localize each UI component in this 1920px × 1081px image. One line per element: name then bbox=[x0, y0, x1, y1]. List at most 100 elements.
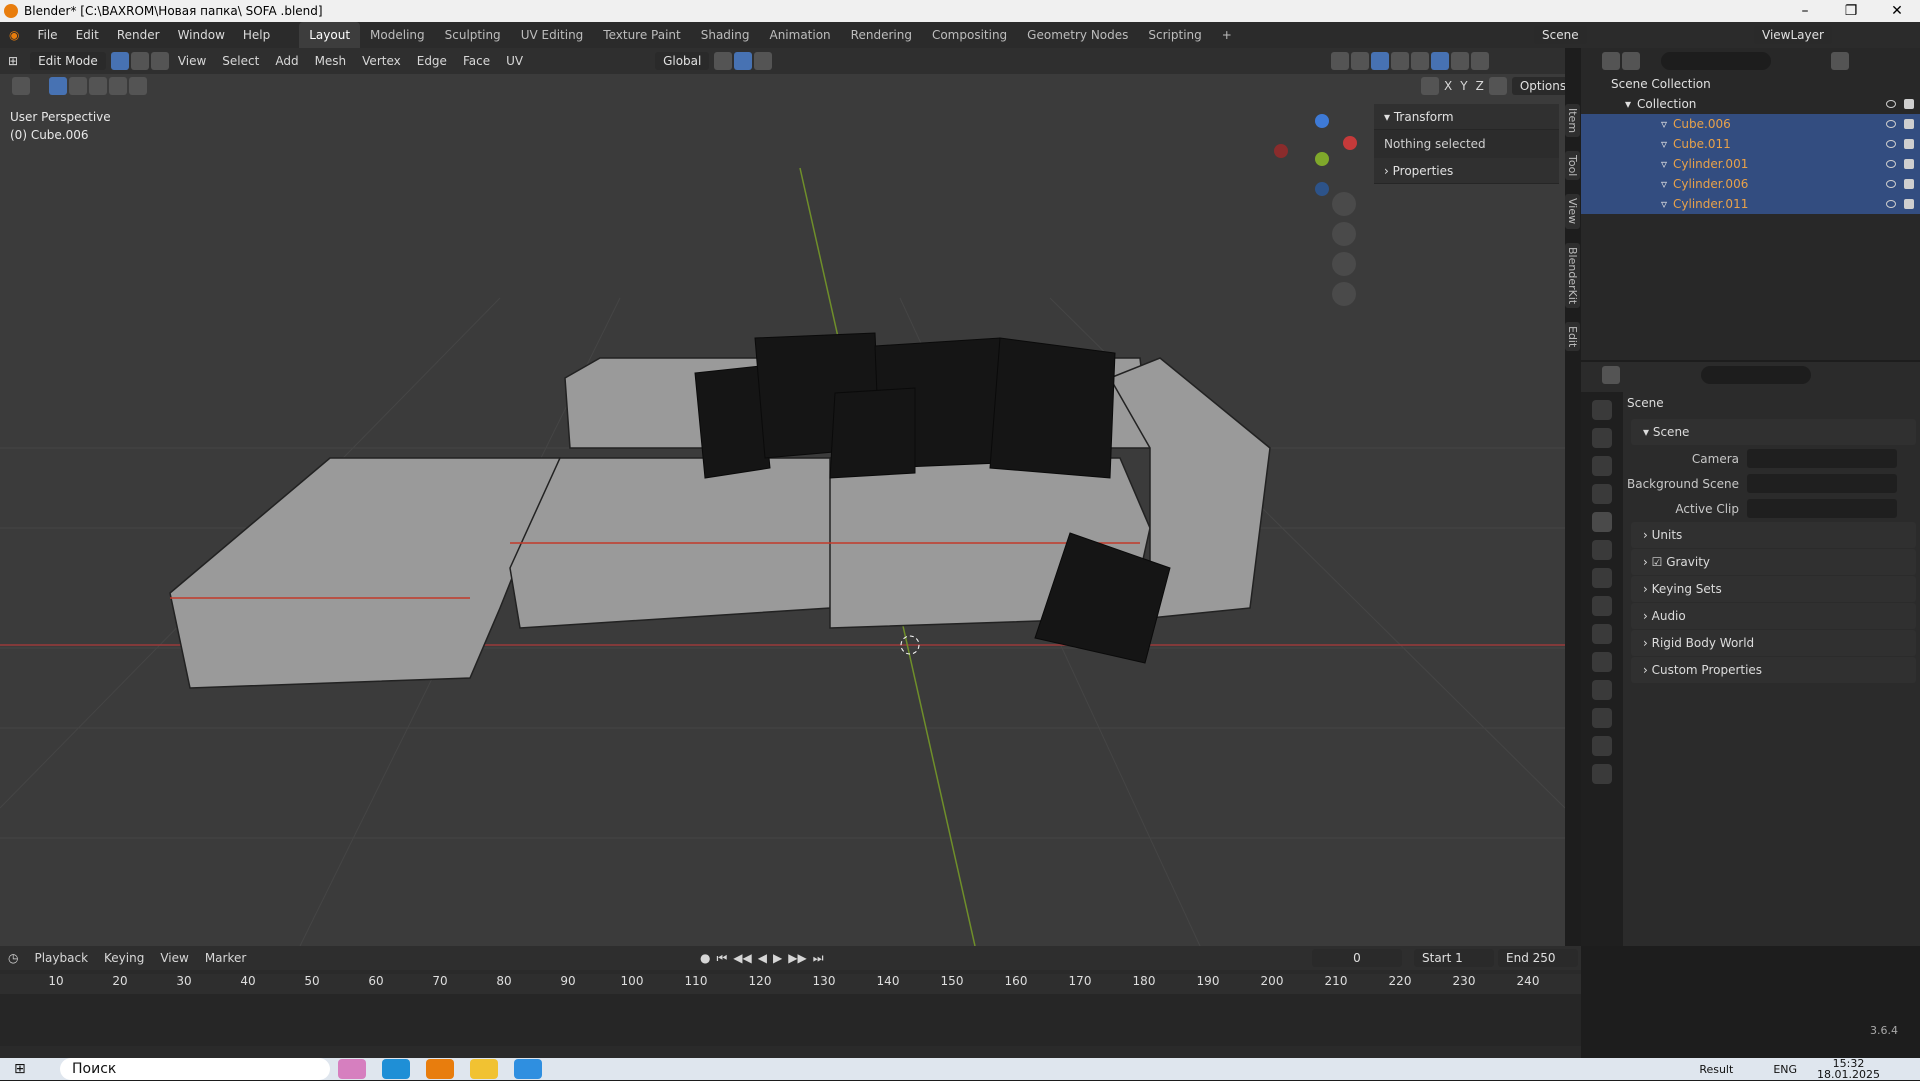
select-intersect-icon[interactable] bbox=[129, 77, 147, 95]
tab-tool[interactable]: Tool bbox=[1565, 151, 1580, 181]
play-icon[interactable]: ▶ bbox=[773, 951, 782, 965]
tab-edit[interactable]: Edit bbox=[1565, 321, 1580, 352]
tab-uv-editing[interactable]: UV Editing bbox=[511, 22, 594, 48]
menu-select[interactable]: Select bbox=[214, 54, 267, 68]
properties-search-input[interactable] bbox=[1701, 366, 1811, 384]
view-layer-selector[interactable]: ViewLayer bbox=[1754, 26, 1832, 44]
menu-playback[interactable]: Playback bbox=[26, 951, 96, 965]
editor-type-icon[interactable]: ⊞ bbox=[0, 54, 26, 68]
tab-compositing[interactable]: Compositing bbox=[922, 22, 1017, 48]
render-icon[interactable] bbox=[1904, 179, 1914, 189]
proportional-edit-icon[interactable] bbox=[754, 52, 773, 70]
data-tab-icon[interactable] bbox=[1592, 736, 1612, 756]
next-key-icon[interactable]: ▶▶ bbox=[788, 951, 806, 965]
orientation-dropdown[interactable]: Global bbox=[655, 52, 710, 70]
end-frame-field[interactable]: End 250 bbox=[1498, 949, 1578, 967]
outliner-item[interactable]: ▿ Cylinder.006 bbox=[1581, 174, 1920, 194]
select-tool-icon[interactable] bbox=[12, 77, 30, 95]
tab-texture-paint[interactable]: Texture Paint bbox=[593, 22, 690, 48]
background-scene-field[interactable] bbox=[1747, 474, 1897, 493]
select-new-icon[interactable] bbox=[49, 77, 67, 95]
keying-sets-section[interactable]: › Keying Sets bbox=[1631, 576, 1916, 602]
menu-marker[interactable]: Marker bbox=[197, 951, 254, 965]
jump-end-icon[interactable]: ⏭ bbox=[813, 951, 824, 966]
mirror-x[interactable]: X bbox=[1440, 79, 1456, 93]
timeline-body[interactable] bbox=[0, 994, 1581, 1046]
pan-hand-icon[interactable] bbox=[1332, 222, 1356, 246]
face-select-icon[interactable] bbox=[150, 52, 169, 70]
prev-key-icon[interactable]: ◀◀ bbox=[733, 951, 751, 965]
auto-merge-icon[interactable] bbox=[1488, 77, 1507, 95]
constraints-tab-icon[interactable] bbox=[1592, 708, 1612, 728]
minimize-icon[interactable]: – bbox=[1782, 0, 1828, 22]
render-tab-icon[interactable] bbox=[1592, 428, 1612, 448]
ortho-toggle-icon[interactable] bbox=[1332, 282, 1356, 306]
menu-render[interactable]: Render bbox=[108, 28, 169, 42]
properties-editor-icon[interactable] bbox=[1602, 366, 1620, 384]
play-reverse-icon[interactable]: ◀ bbox=[758, 951, 767, 965]
menu-face[interactable]: Face bbox=[455, 54, 498, 68]
blender-taskbar-icon[interactable] bbox=[426, 1059, 454, 1079]
mirror-z[interactable]: Z bbox=[1472, 79, 1488, 93]
menu-window[interactable]: Window bbox=[169, 28, 234, 42]
tool-tab-icon[interactable] bbox=[1592, 400, 1612, 420]
collection-row[interactable]: ▾ Collection bbox=[1581, 94, 1920, 114]
select-extend-icon[interactable] bbox=[69, 77, 87, 95]
blender-menu-icon[interactable]: ◉ bbox=[0, 28, 28, 42]
camera-view-icon[interactable] bbox=[1332, 252, 1356, 276]
physics-tab-icon[interactable] bbox=[1592, 680, 1612, 700]
gravity-section[interactable]: › ☑ Gravity bbox=[1631, 549, 1916, 575]
outliner-item[interactable]: ▿ Cylinder.001 bbox=[1581, 154, 1920, 174]
menu-timeline-view[interactable]: View bbox=[152, 951, 196, 965]
vertex-select-icon[interactable] bbox=[110, 52, 129, 70]
render-icon[interactable] bbox=[1904, 119, 1914, 129]
tab-geometry-nodes[interactable]: Geometry Nodes bbox=[1017, 22, 1138, 48]
eye-icon[interactable] bbox=[1886, 120, 1896, 128]
y-axis-gizmo-icon[interactable] bbox=[1315, 152, 1329, 166]
mode-dropdown[interactable]: Edit Mode bbox=[30, 52, 106, 70]
app-taskbar-icon[interactable] bbox=[514, 1059, 542, 1079]
outliner-item[interactable]: ▿ Cylinder.011 bbox=[1581, 194, 1920, 214]
gizmo-toggle-icon[interactable] bbox=[1351, 52, 1369, 70]
eye-icon[interactable] bbox=[1886, 180, 1896, 188]
add-workspace-icon[interactable]: + bbox=[1212, 22, 1242, 48]
pivot-icon[interactable] bbox=[714, 52, 733, 70]
tab-scripting[interactable]: Scripting bbox=[1138, 22, 1211, 48]
outliner-editor-icon[interactable] bbox=[1602, 52, 1620, 70]
view-layer-tab-icon[interactable] bbox=[1592, 484, 1612, 504]
xray-icon[interactable] bbox=[1391, 52, 1409, 70]
audio-section[interactable]: › Audio bbox=[1631, 603, 1916, 629]
neg-x-gizmo-icon[interactable] bbox=[1274, 144, 1288, 158]
material-shading-icon[interactable] bbox=[1451, 52, 1469, 70]
tab-sculpting[interactable]: Sculpting bbox=[435, 22, 511, 48]
options-dropdown[interactable]: Options bbox=[1511, 77, 1565, 95]
tab-rendering[interactable]: Rendering bbox=[841, 22, 922, 48]
solid-shading-icon[interactable] bbox=[1431, 52, 1449, 70]
world-tab-icon[interactable] bbox=[1592, 540, 1612, 560]
menu-vertex[interactable]: Vertex bbox=[354, 54, 409, 68]
language-indicator[interactable]: ENG bbox=[1773, 1063, 1797, 1076]
transform-section[interactable]: ▾ Transform bbox=[1374, 104, 1559, 130]
snap-icon[interactable] bbox=[734, 52, 753, 70]
active-clip-field[interactable] bbox=[1747, 499, 1897, 518]
rigid-body-world-section[interactable]: › Rigid Body World bbox=[1631, 630, 1916, 656]
outliner-item[interactable]: ▿ Cube.006 bbox=[1581, 114, 1920, 134]
select-invert-icon[interactable] bbox=[109, 77, 127, 95]
menu-view[interactable]: View bbox=[170, 54, 214, 68]
menu-keying[interactable]: Keying bbox=[96, 951, 152, 965]
tab-blenderkit[interactable]: BlenderKit bbox=[1565, 242, 1580, 308]
eye-icon[interactable] bbox=[1886, 140, 1896, 148]
scene-tab-icon[interactable] bbox=[1592, 512, 1612, 532]
menu-file[interactable]: File bbox=[28, 28, 66, 42]
outliner-search-input[interactable] bbox=[1661, 52, 1771, 70]
mirror-y[interactable]: Y bbox=[1456, 79, 1471, 93]
filter-icon[interactable] bbox=[1831, 52, 1849, 70]
tab-shading[interactable]: Shading bbox=[691, 22, 760, 48]
object-tab-icon[interactable] bbox=[1592, 596, 1612, 616]
tray-result[interactable]: Result bbox=[1699, 1063, 1733, 1076]
rendered-shading-icon[interactable] bbox=[1471, 52, 1489, 70]
wireframe-shading-icon[interactable] bbox=[1411, 52, 1429, 70]
menu-add[interactable]: Add bbox=[267, 54, 306, 68]
render-icon[interactable] bbox=[1904, 139, 1914, 149]
select-subtract-icon[interactable] bbox=[89, 77, 107, 95]
